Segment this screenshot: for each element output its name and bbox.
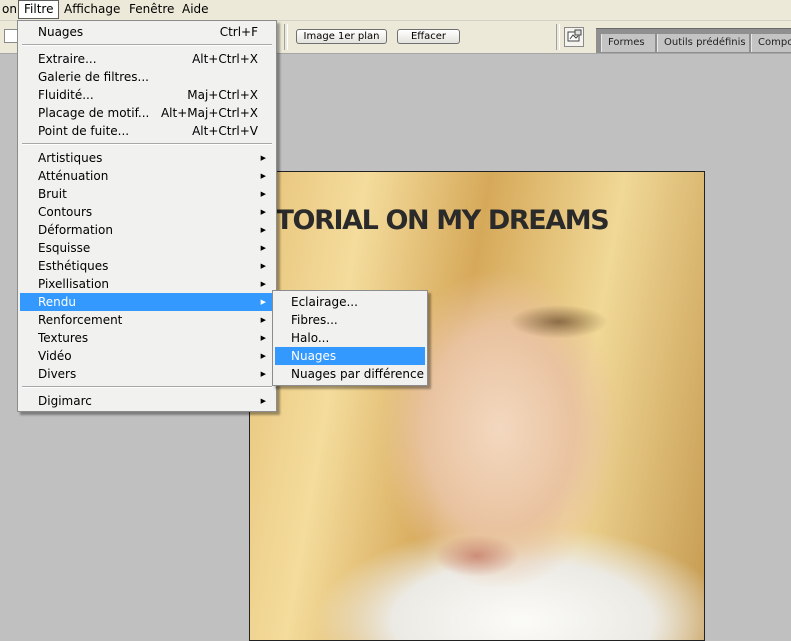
menu-item-deformation[interactable]: Déformation ▶: [20, 221, 274, 239]
menu-item-renforcement[interactable]: Renforcement ▶: [20, 311, 274, 329]
tab-formes[interactable]: Formes: [601, 34, 655, 52]
menu-item-placage-motif[interactable]: Placage de motif... Alt+Maj+Ctrl+X: [20, 104, 274, 122]
menu-separator: [22, 143, 272, 145]
menu-item-rendu[interactable]: Rendu ▶: [20, 293, 274, 311]
clear-button[interactable]: Effacer: [397, 29, 460, 44]
submenu-item-eclairage[interactable]: Eclairage...: [275, 293, 425, 311]
submenu-arrow-icon: ▶: [260, 334, 266, 342]
menu-item-last-filter[interactable]: Nuages Ctrl+F: [20, 23, 274, 41]
menu-aide[interactable]: Aide: [177, 1, 214, 18]
submenu-arrow-icon: ▶: [260, 352, 266, 360]
menu-item-esquisse[interactable]: Esquisse ▶: [20, 239, 274, 257]
submenu-item-nuages[interactable]: Nuages: [275, 347, 425, 365]
submenu-arrow-icon: ▶: [260, 298, 266, 306]
submenu-arrow-icon: ▶: [260, 244, 266, 252]
menu-item-textures[interactable]: Textures ▶: [20, 329, 274, 347]
submenu-arrow-icon: ▶: [260, 208, 266, 216]
menu-item-video[interactable]: Vidéo ▶: [20, 347, 274, 365]
submenu-item-nuages-difference[interactable]: Nuages par différence: [275, 365, 425, 383]
submenu-item-fibres[interactable]: Fibres...: [275, 311, 425, 329]
menu-item-galerie-filtres[interactable]: Galerie de filtres...: [20, 68, 274, 86]
submenu-arrow-icon: ▶: [260, 226, 266, 234]
menu-filtre[interactable]: Filtre: [18, 0, 60, 19]
menu-item-attenuation[interactable]: Atténuation ▶: [20, 167, 274, 185]
menu-item-divers[interactable]: Divers ▶: [20, 365, 274, 383]
rendu-submenu: Eclairage... Fibres... Halo... Nuages Nu…: [272, 290, 428, 386]
menu-item-bruit[interactable]: Bruit ▶: [20, 185, 274, 203]
menu-bar: on Filtre Affichage Fenêtre Aide: [0, 0, 791, 21]
tab-compo[interactable]: Compo: [751, 34, 791, 52]
submenu-arrow-icon: ▶: [260, 190, 266, 198]
menu-item-extraire[interactable]: Extraire... Alt+Ctrl+X: [20, 50, 274, 68]
option-checkbox[interactable]: [4, 29, 18, 43]
menu-item-pixellisation[interactable]: Pixellisation ▶: [20, 275, 274, 293]
submenu-arrow-icon: ▶: [260, 172, 266, 180]
filtre-menu: Nuages Ctrl+F Extraire... Alt+Ctrl+X Gal…: [17, 20, 277, 412]
submenu-arrow-icon: ▶: [260, 397, 266, 405]
menu-separator: [22, 386, 272, 388]
palette-dock-icon[interactable]: [564, 27, 584, 47]
tab-outils-predefinis[interactable]: Outils prédéfinis: [657, 34, 749, 52]
submenu-arrow-icon: ▶: [260, 154, 266, 162]
submenu-item-halo[interactable]: Halo...: [275, 329, 425, 347]
menu-fenetre[interactable]: Fenêtre: [124, 1, 179, 18]
toolbar-separator: [284, 24, 288, 50]
canvas-title-text: TUTORIAL ON MY DREAMS: [238, 205, 610, 236]
menu-item-fluidite[interactable]: Fluidité... Maj+Ctrl+X: [20, 86, 274, 104]
menu-item-esthetiques[interactable]: Esthétiques ▶: [20, 257, 274, 275]
submenu-arrow-icon: ▶: [260, 262, 266, 270]
menu-item-point-de-fuite[interactable]: Point de fuite... Alt+Ctrl+V: [20, 122, 274, 140]
menu-item-artistiques[interactable]: Artistiques ▶: [20, 149, 274, 167]
menu-item-contours[interactable]: Contours ▶: [20, 203, 274, 221]
submenu-arrow-icon: ▶: [260, 316, 266, 324]
menu-separator: [22, 44, 272, 46]
toolbar-separator: [556, 24, 560, 50]
submenu-arrow-icon: ▶: [260, 370, 266, 378]
menu-affichage[interactable]: Affichage: [59, 1, 125, 18]
canvas-photo: [249, 171, 705, 641]
submenu-arrow-icon: ▶: [260, 280, 266, 288]
image-front-button[interactable]: Image 1er plan: [296, 29, 387, 44]
palette-dock-tabs: Formes Outils prédéfinis Compo: [596, 28, 791, 53]
menu-item-digimarc[interactable]: Digimarc ▶: [20, 392, 274, 410]
